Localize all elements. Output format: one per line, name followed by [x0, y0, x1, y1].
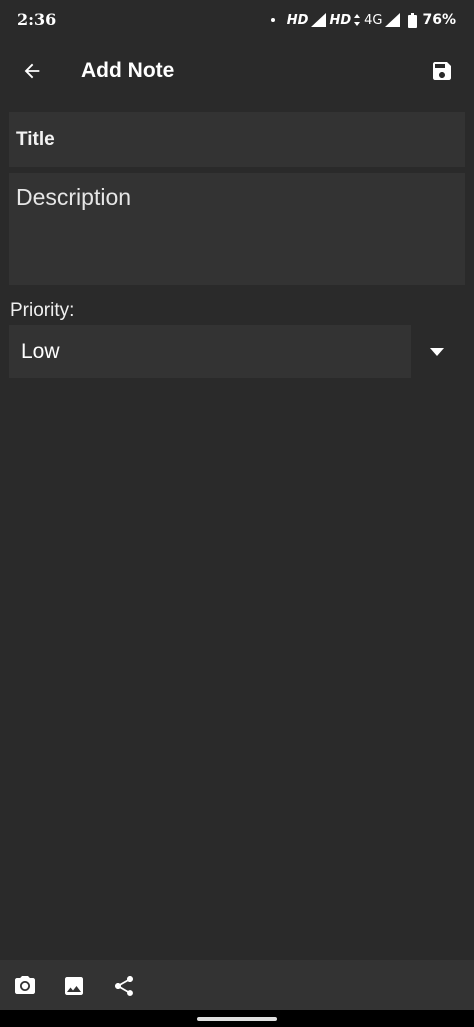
signal-icon	[311, 13, 327, 27]
arrow-left-icon	[24, 63, 40, 79]
bottom-toolbar	[0, 960, 474, 1010]
camera-icon	[15, 976, 35, 994]
back-button[interactable]	[14, 53, 50, 89]
camera-button[interactable]	[11, 972, 39, 1000]
share-button[interactable]	[110, 972, 138, 1000]
system-navigation-bar	[0, 1010, 474, 1027]
floppy-disk-icon	[433, 62, 451, 80]
priority-dropdown[interactable]: Low	[9, 325, 411, 378]
page-title: Add Note	[81, 59, 175, 82]
share-icon	[115, 976, 133, 996]
status-time: 2:36	[17, 10, 57, 29]
add-note-screen: 2:36 HD HD 4G 76% Add Note Title Descrip…	[0, 0, 474, 1027]
status-bar: 2:36 HD HD 4G 76%	[0, 0, 474, 40]
hd-indicator-1: HD	[286, 12, 309, 28]
priority-dropdown-toggle[interactable]	[427, 345, 447, 359]
notification-dot-icon	[270, 18, 275, 22]
status-indicators: HD HD 4G 76%	[270, 10, 456, 30]
network-type: 4G	[364, 12, 383, 28]
image-icon	[65, 977, 83, 995]
caret-down-icon	[430, 348, 444, 356]
battery-icon	[408, 12, 418, 28]
hd-indicator-2: HD	[329, 12, 352, 28]
home-indicator[interactable]	[197, 1017, 277, 1021]
data-transfer-icon	[354, 14, 361, 26]
priority-label: Priority:	[10, 300, 75, 321]
app-bar: Add Note	[0, 40, 474, 102]
gallery-button[interactable]	[60, 972, 88, 1000]
signal-icon-2	[385, 13, 401, 27]
priority-selected-value: Low	[21, 340, 60, 363]
title-input[interactable]	[9, 112, 465, 167]
description-input[interactable]	[9, 173, 465, 285]
save-button[interactable]	[424, 53, 460, 89]
battery-percent: 76%	[422, 12, 456, 28]
